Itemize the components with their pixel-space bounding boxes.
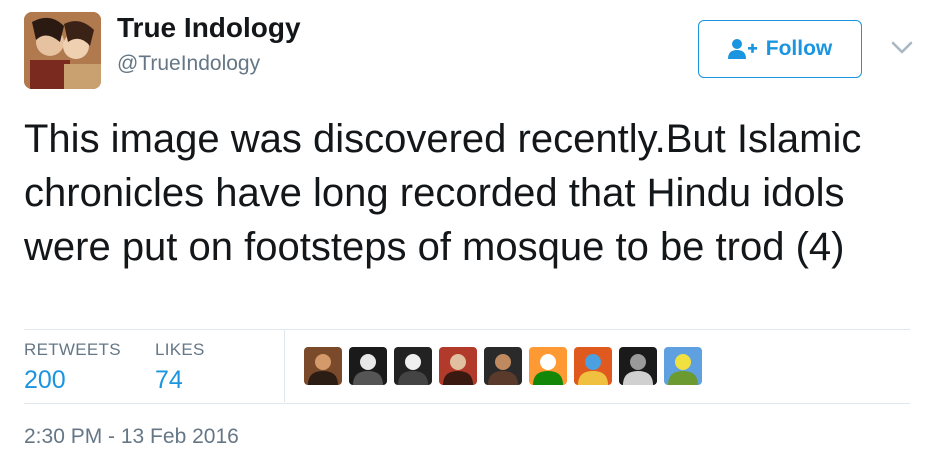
liker-avatar[interactable] xyxy=(439,347,477,385)
user-handle[interactable]: @TrueIndology xyxy=(117,52,260,76)
retweets-stat[interactable]: RETWEETS 200 xyxy=(24,340,121,395)
tweet-text: This image was discovered recently.But I… xyxy=(24,117,862,269)
add-user-icon xyxy=(727,39,757,59)
follow-button[interactable]: Follow xyxy=(698,20,862,78)
stats-separator xyxy=(284,330,285,402)
likes-count: 74 xyxy=(155,366,183,394)
liker-avatar[interactable] xyxy=(664,347,702,385)
liker-avatar[interactable] xyxy=(574,347,612,385)
profile-avatar[interactable] xyxy=(24,12,101,89)
avatar-image xyxy=(24,12,101,89)
retweets-count: 200 xyxy=(24,366,66,394)
liker-avatar[interactable] xyxy=(529,347,567,385)
liker-avatar[interactable] xyxy=(484,347,522,385)
liker-avatars xyxy=(304,347,702,385)
liker-avatar[interactable] xyxy=(394,347,432,385)
retweets-label: RETWEETS xyxy=(24,340,121,359)
likes-label: LIKES xyxy=(155,340,205,359)
liker-avatar[interactable] xyxy=(619,347,657,385)
display-name[interactable]: True Indology xyxy=(117,12,301,44)
stats-bottom-divider xyxy=(24,403,910,404)
follow-button-label: Follow xyxy=(765,37,833,60)
chevron-down-icon[interactable] xyxy=(890,40,914,56)
liker-avatar[interactable] xyxy=(349,347,387,385)
stats-top-divider xyxy=(24,329,910,330)
liker-avatar[interactable] xyxy=(304,347,342,385)
tweet-timestamp[interactable]: 2:30 PM - 13 Feb 2016 xyxy=(24,425,239,449)
likes-stat[interactable]: LIKES 74 xyxy=(155,340,205,395)
